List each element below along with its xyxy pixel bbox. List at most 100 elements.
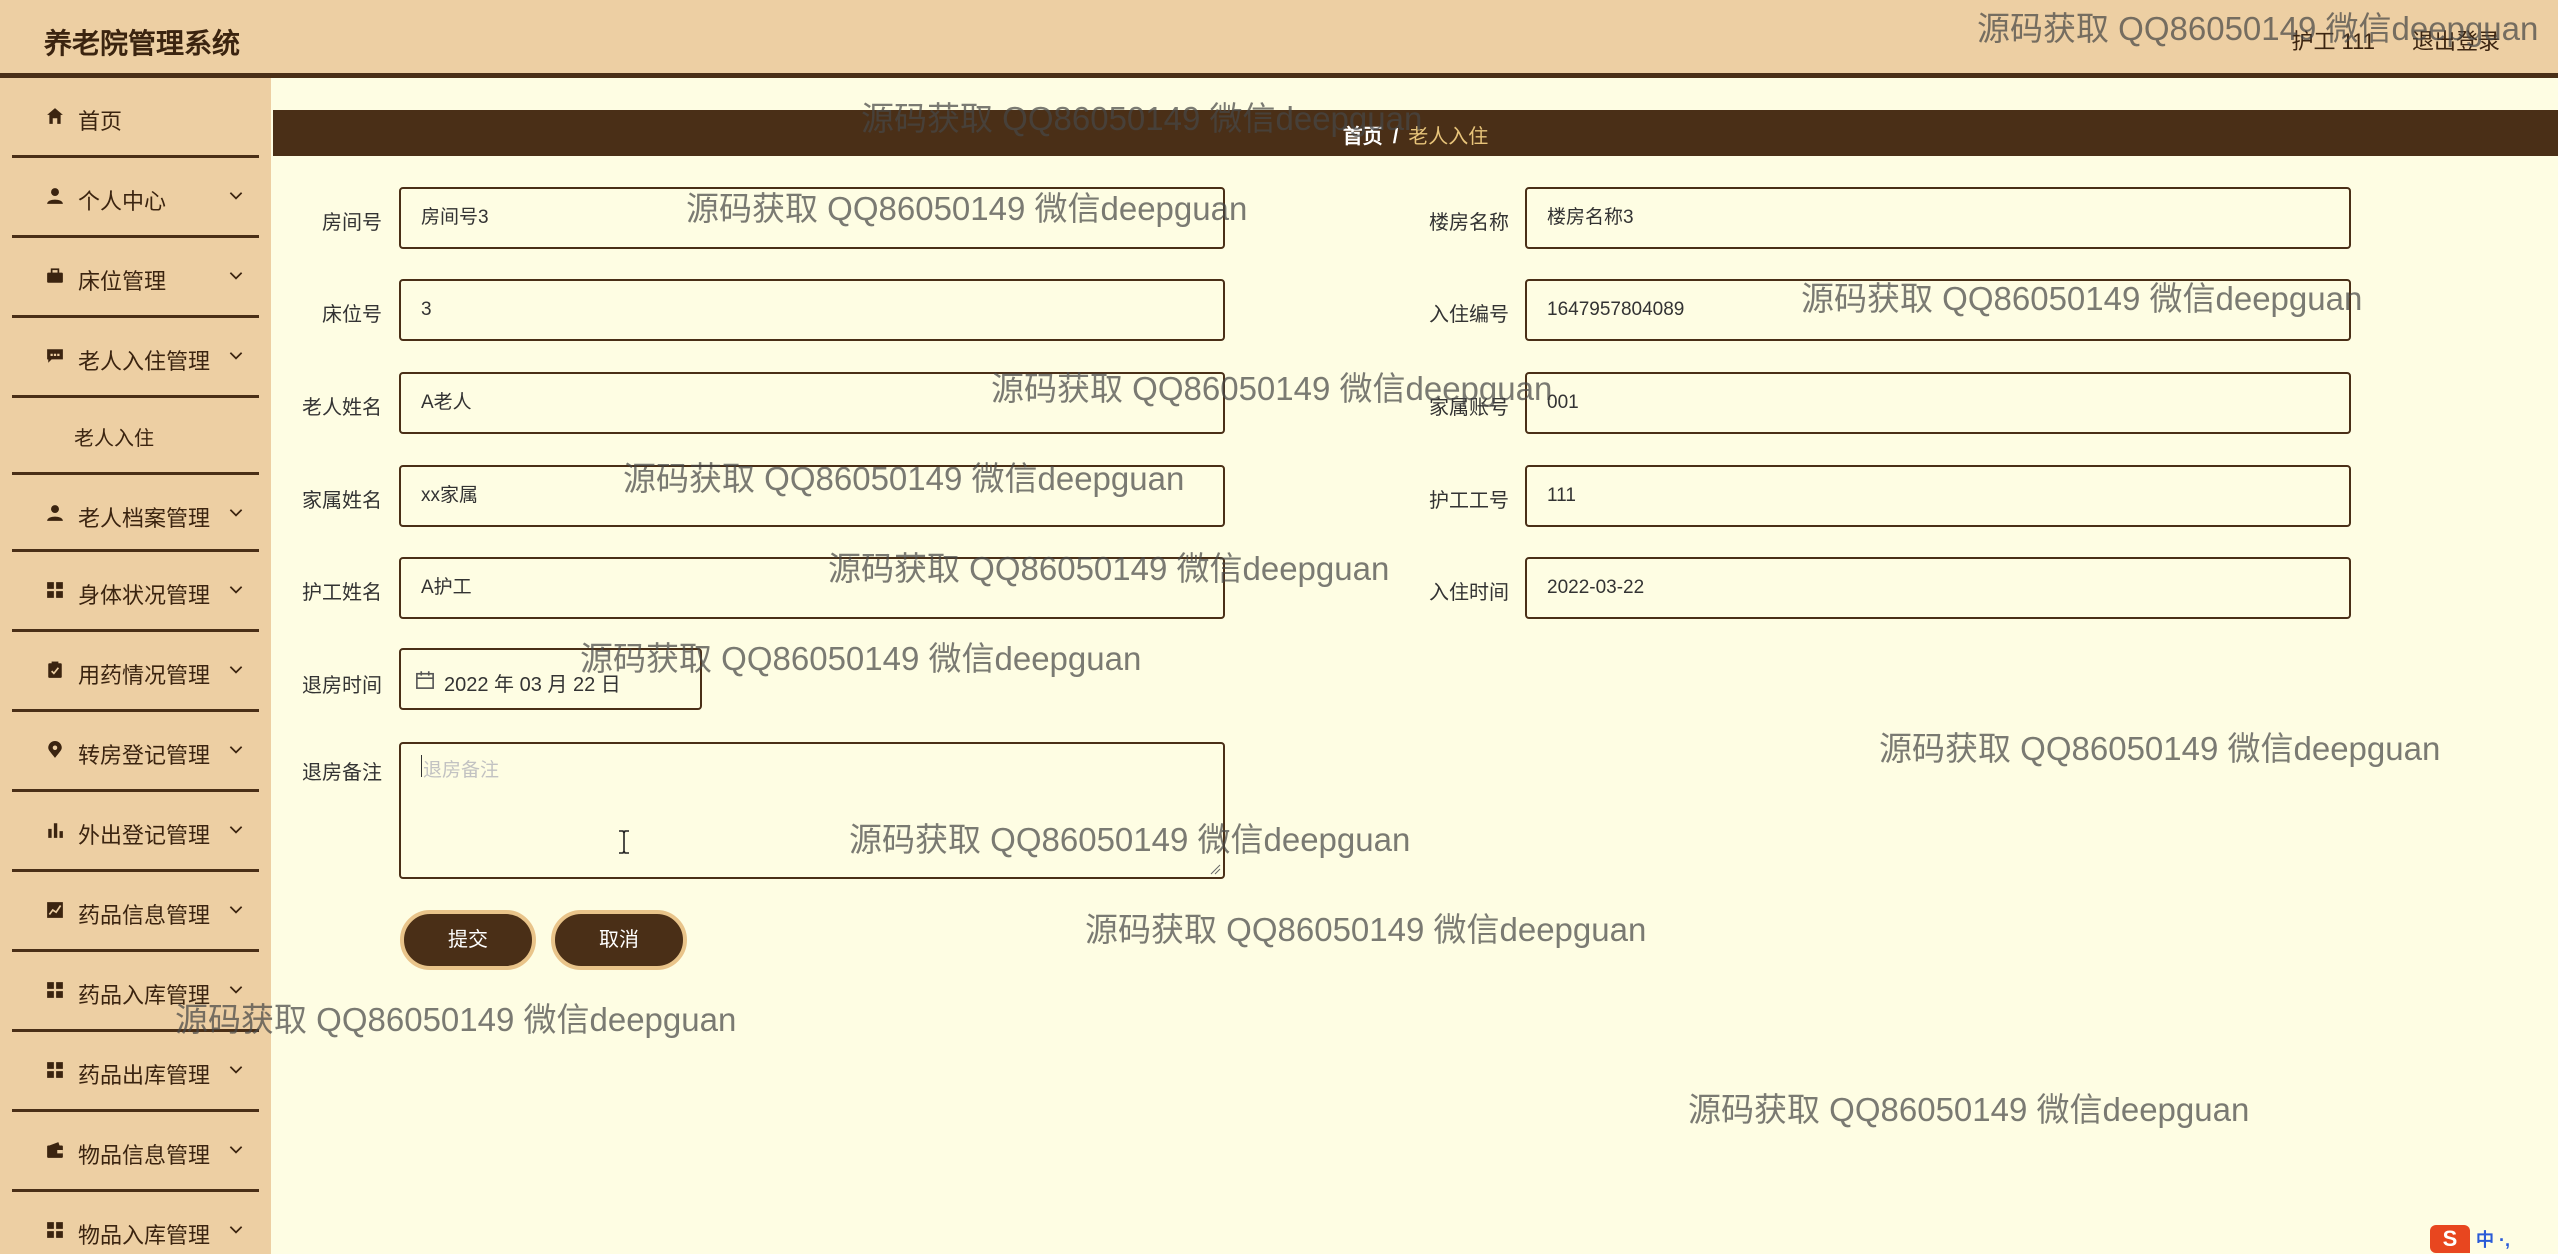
bar-chart-icon [45, 820, 65, 840]
sidebar-item-health-status[interactable]: 身体状况管理 [12, 552, 259, 632]
family-account-label: 家属账号 [1429, 397, 1509, 419]
checkin-no-input[interactable]: 1647957804089 [1525, 279, 2351, 341]
sidebar-item-label: 物品信息管理 [78, 1143, 211, 1168]
sidebar-item-elder-records[interactable]: 老人档案管理 [12, 472, 259, 552]
content-top-spacer [273, 84, 2558, 110]
family-name-input[interactable]: xx家属 [399, 465, 1225, 527]
sidebar-item-room-transfer[interactable]: 转房登记管理 [12, 712, 259, 792]
cancel-button[interactable]: 取消 [551, 910, 687, 970]
nurse-id-input[interactable]: 111 [1525, 465, 2351, 527]
bed-no-label: 床位号 [322, 304, 382, 326]
sidebar-item-home[interactable]: 首页 [12, 78, 259, 158]
sidebar-item-goods-stock-in[interactable]: 物品入库管理 [12, 1192, 259, 1254]
breadcrumb-separator: / [1392, 126, 1399, 148]
nurse-id-label: 护工工号 [1429, 490, 1509, 512]
submit-button[interactable]: 提交 [400, 910, 536, 970]
chevron-down-icon [229, 509, 243, 517]
grid-icon [45, 1220, 65, 1240]
watermark: 源码获取 QQ86050149 微信deepguan [1085, 911, 1647, 948]
chevron-down-icon [229, 906, 243, 914]
checkout-note-label: 退房备注 [302, 762, 382, 784]
sidebar-item-label: 外出登记管理 [78, 823, 211, 848]
chevron-down-icon [229, 746, 243, 754]
clipboard-icon [45, 660, 65, 680]
sidebar-item-label: 老人档案管理 [78, 506, 211, 531]
checkin-time-input[interactable]: 2022-03-22 [1525, 557, 2351, 619]
sidebar-item-label: 药品信息管理 [78, 903, 211, 928]
chevron-down-icon [229, 666, 243, 674]
app-title: 养老院管理系统 [44, 28, 241, 59]
user-icon [45, 503, 65, 523]
grid-icon [45, 1060, 65, 1080]
sidebar-item-label: 身体状况管理 [78, 583, 211, 608]
room-no-input[interactable]: 房间号3 [399, 187, 1225, 249]
checkout-time-label: 退房时间 [302, 675, 382, 697]
home-icon [45, 106, 65, 126]
chevron-down-icon [229, 1226, 243, 1234]
checkin-time-label: 入住时间 [1429, 582, 1509, 604]
breadcrumb-home[interactable]: 首页 [1343, 126, 1383, 148]
watermark: 源码获取 QQ86050149 微信deepguan [1879, 730, 2441, 767]
location-icon [45, 740, 65, 760]
sidebar-item-label: 老人入住管理 [78, 349, 211, 374]
ime-status: 中 ·, [2476, 1230, 2510, 1250]
current-user: 护工 111 [2291, 29, 2375, 54]
bed-no-input[interactable]: 3 [399, 279, 1225, 341]
sidebar-item-checkin-management[interactable]: 老人入住管理 [12, 318, 259, 398]
chevron-down-icon [229, 352, 243, 360]
sidebar: 首页 个人中心 床位管理 老人入住管理 老人入住 老人档案管理 身体状况管理 用… [0, 78, 271, 1254]
text-cursor-icon [619, 830, 629, 854]
checkin-no-label: 入住编号 [1429, 304, 1509, 326]
sidebar-item-drug-info[interactable]: 药品信息管理 [12, 872, 259, 952]
checkout-date-picker[interactable]: 2022 年 03 月 22 日 [399, 648, 702, 710]
chevron-down-icon [229, 192, 243, 200]
sidebar-item-drug-stock-out[interactable]: 药品出库管理 [12, 1032, 259, 1112]
chevron-down-icon [229, 986, 243, 994]
room-no-label: 房间号 [322, 212, 382, 234]
chevron-down-icon [229, 826, 243, 834]
sidebar-item-outing[interactable]: 外出登记管理 [12, 792, 259, 872]
bed-icon [45, 266, 65, 286]
sidebar-item-bed-management[interactable]: 床位管理 [12, 238, 259, 318]
sidebar-subitem-elder-checkin[interactable]: 老人入住 [12, 398, 259, 472]
nurse-name-label: 护工姓名 [302, 582, 382, 604]
chevron-down-icon [229, 586, 243, 594]
chat-icon [45, 346, 65, 366]
breadcrumb-current: 老人入住 [1408, 126, 1489, 148]
calendar-icon [416, 671, 434, 689]
sidebar-item-personal-center[interactable]: 个人中心 [12, 158, 259, 238]
sidebar-item-goods-info[interactable]: 物品信息管理 [12, 1112, 259, 1192]
sidebar-item-label: 床位管理 [78, 269, 167, 294]
grid-icon [45, 580, 65, 600]
sidebar-item-medication[interactable]: 用药情况管理 [12, 632, 259, 712]
wallet-icon [45, 1140, 65, 1160]
building-input[interactable]: 楼房名称3 [1525, 187, 2351, 249]
checkout-note-placeholder: 退房备注 [423, 760, 500, 781]
grid-icon [45, 980, 65, 1000]
breadcrumb: 首页 / 老人入住 [273, 110, 2558, 156]
elder-name-input[interactable]: A老人 [399, 372, 1225, 434]
text-caret [421, 755, 422, 777]
checkout-note-textarea[interactable]: 退房备注 [399, 742, 1225, 879]
family-account-input[interactable]: 001 [1525, 372, 2351, 434]
sidebar-item-label: 药品入库管理 [78, 983, 211, 1008]
sogou-logo-icon: S [2430, 1225, 2470, 1253]
sidebar-item-label: 首页 [78, 109, 123, 134]
sidebar-item-drug-stock-in[interactable]: 药品入库管理 [12, 952, 259, 1032]
logout-link[interactable]: 退出登录 [2412, 24, 2500, 56]
elder-name-label: 老人姓名 [302, 397, 382, 419]
sidebar-item-label: 转房登记管理 [78, 743, 211, 768]
chevron-down-icon [229, 272, 243, 280]
chevron-down-icon [229, 1066, 243, 1074]
sidebar-subitem-label: 老人入住 [74, 428, 154, 450]
nurse-name-input[interactable]: A护工 [399, 557, 1225, 619]
sidebar-item-label: 用药情况管理 [78, 663, 211, 688]
ime-indicator[interactable]: S 中 ·, [2426, 1224, 2558, 1254]
resize-grip-icon[interactable] [1209, 863, 1221, 875]
sidebar-item-label: 物品入库管理 [78, 1223, 211, 1248]
watermark: 源码获取 QQ86050149 微信deepguan [1688, 1091, 2250, 1128]
top-header: 养老院管理系统 护工 111 退出登录 [0, 0, 2558, 78]
family-name-label: 家属姓名 [302, 490, 382, 512]
checkout-date-value: 2022 年 03 月 22 日 [444, 674, 621, 696]
sidebar-item-label: 个人中心 [78, 189, 167, 214]
